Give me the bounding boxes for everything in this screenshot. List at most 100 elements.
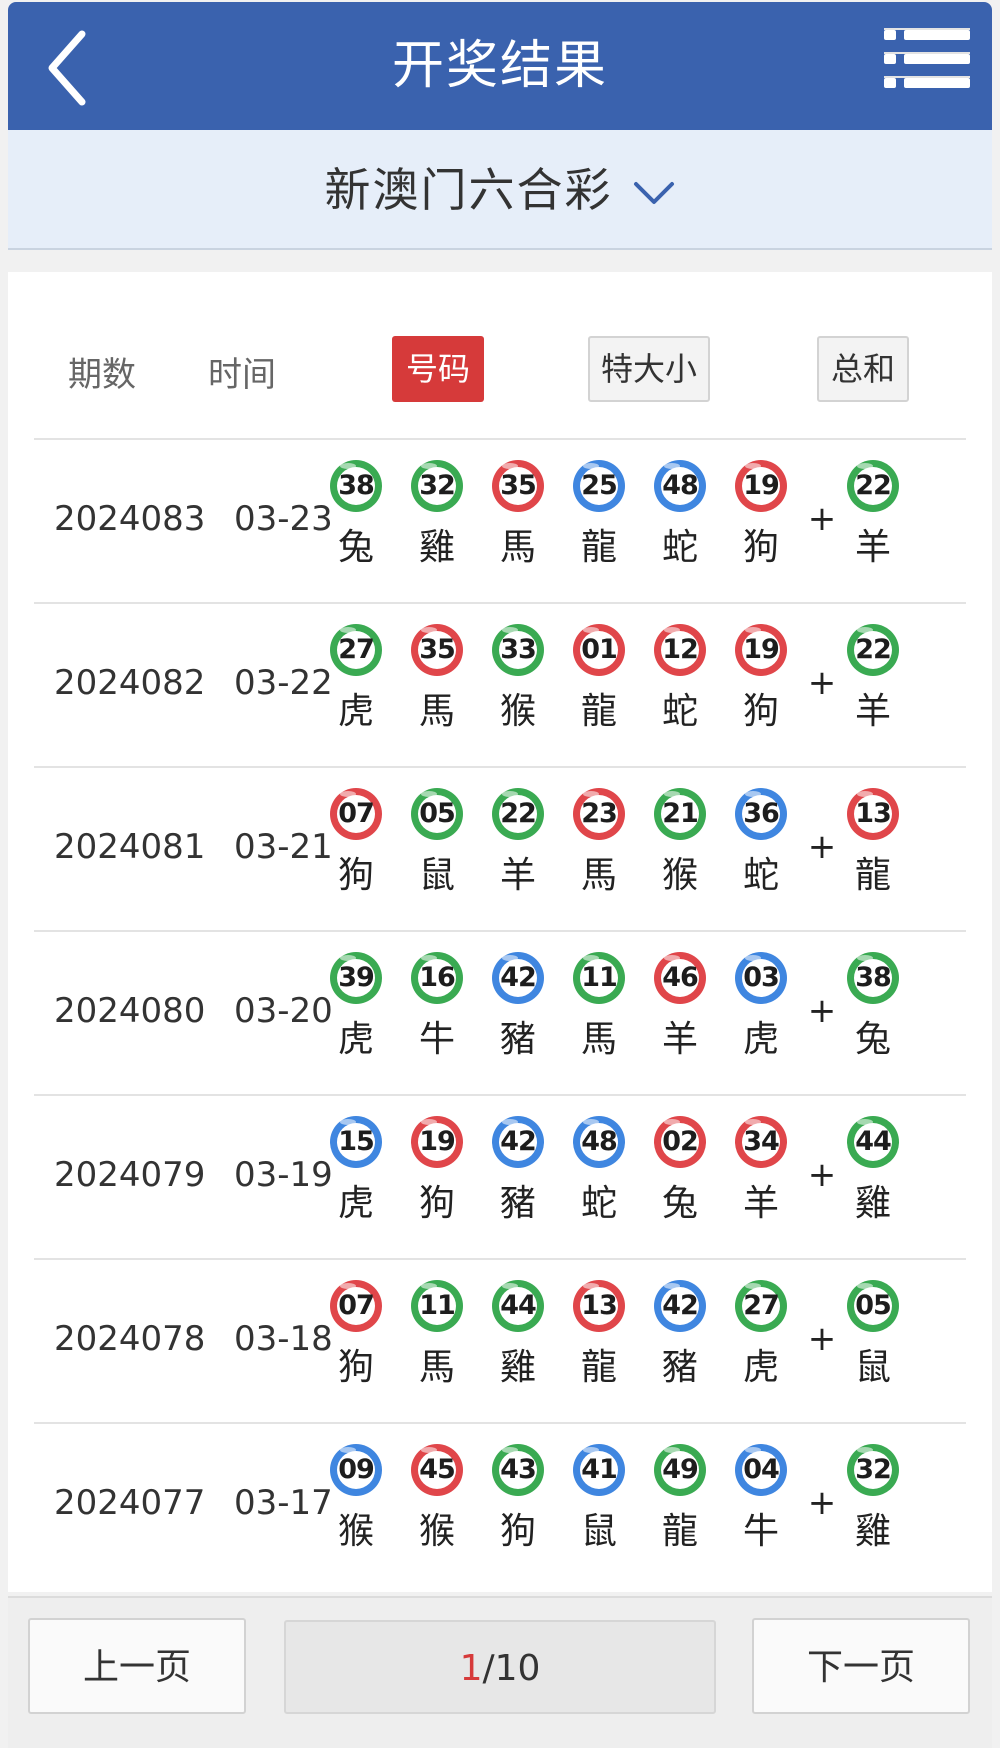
column-time: 时间 <box>208 355 276 395</box>
ball-number: 16 <box>419 962 456 993</box>
ball-number: 22 <box>500 798 537 829</box>
number-ball[interactable]: 43 <box>490 1442 546 1498</box>
number-ball[interactable]: 19 <box>733 622 789 678</box>
menu-button[interactable] <box>884 28 970 94</box>
ball-number: 32 <box>419 470 456 501</box>
number-ball[interactable]: 15 <box>328 1114 384 1170</box>
number-ball[interactable]: 16 <box>409 950 465 1006</box>
zodiac-label: 龍 <box>580 527 617 568</box>
zodiac-label: 猴 <box>337 1511 374 1552</box>
number-ball[interactable]: 35 <box>409 622 465 678</box>
number-ball[interactable]: 12 <box>652 622 708 678</box>
zodiac-label: 虎 <box>742 1019 779 1060</box>
zodiac-label: 兔 <box>661 1183 698 1224</box>
ball-number: 33 <box>500 634 537 665</box>
number-ball[interactable]: 22 <box>490 786 546 842</box>
number-ball[interactable]: 11 <box>409 1278 465 1334</box>
number-ball[interactable]: 44 <box>490 1278 546 1334</box>
zodiac-label: 豬 <box>499 1183 536 1224</box>
special-number-ball[interactable]: 22 <box>845 458 901 514</box>
number-ball[interactable]: 42 <box>490 1114 546 1170</box>
period-number: 2024081 <box>54 827 206 867</box>
number-ball[interactable]: 23 <box>571 786 627 842</box>
result-row: 2024081 03-21 07 狗 05 鼠 22 羊 23 馬 21 猴 36 蛇 +13 龍 <box>34 766 966 932</box>
number-ball[interactable]: 21 <box>652 786 708 842</box>
number-ball[interactable]: 38 <box>328 458 384 514</box>
zodiac-label: 蛇 <box>661 691 698 732</box>
ball-number: 27 <box>743 1290 780 1321</box>
ball-number: 44 <box>855 1126 892 1157</box>
ball-number: 27 <box>338 634 375 665</box>
number-ball[interactable]: 07 <box>328 786 384 842</box>
zodiac-label: 狗 <box>742 691 779 732</box>
ball-number: 21 <box>662 798 699 829</box>
ball-number: 07 <box>338 798 375 829</box>
total-pages: /10 <box>482 1648 541 1689</box>
number-ball[interactable]: 41 <box>571 1442 627 1498</box>
special-number-ball[interactable]: 32 <box>845 1442 901 1498</box>
plus-sign: + <box>807 1155 837 1195</box>
number-ball[interactable]: 39 <box>328 950 384 1006</box>
page-title: 开奖结果 <box>391 36 608 96</box>
number-ball[interactable]: 27 <box>733 1278 789 1334</box>
zodiac-label: 蛇 <box>742 855 779 896</box>
number-ball[interactable]: 27 <box>328 622 384 678</box>
zodiac-label: 鼠 <box>854 1347 891 1388</box>
ball-number: 35 <box>500 470 537 501</box>
number-ball[interactable]: 48 <box>652 458 708 514</box>
special-number-ball[interactable]: 05 <box>845 1278 901 1334</box>
prev-page-button[interactable]: 上一页 <box>28 1618 246 1714</box>
draw-date: 03-18 <box>234 1319 333 1359</box>
zodiac-label: 狗 <box>418 1183 455 1224</box>
special-number-ball[interactable]: 13 <box>845 786 901 842</box>
draw-date: 03-19 <box>234 1155 333 1195</box>
number-ball[interactable]: 09 <box>328 1442 384 1498</box>
number-ball[interactable]: 45 <box>409 1442 465 1498</box>
zodiac-label: 蛇 <box>661 527 698 568</box>
ball-number: 03 <box>743 962 780 993</box>
ball-number: 02 <box>662 1126 699 1157</box>
ball-number: 13 <box>855 798 892 829</box>
plus-sign: + <box>807 499 837 539</box>
ball-number: 48 <box>581 1126 618 1157</box>
number-ball[interactable]: 49 <box>652 1442 708 1498</box>
number-ball[interactable]: 19 <box>733 458 789 514</box>
number-ball[interactable]: 35 <box>490 458 546 514</box>
number-ball[interactable]: 48 <box>571 1114 627 1170</box>
ball-number: 46 <box>662 962 699 993</box>
number-ball[interactable]: 05 <box>409 786 465 842</box>
number-ball[interactable]: 36 <box>733 786 789 842</box>
number-ball[interactable]: 46 <box>652 950 708 1006</box>
special-number-ball[interactable]: 22 <box>845 622 901 678</box>
number-ball[interactable]: 03 <box>733 950 789 1006</box>
ball-number: 05 <box>855 1290 892 1321</box>
number-ball[interactable]: 33 <box>490 622 546 678</box>
number-ball[interactable]: 02 <box>652 1114 708 1170</box>
ball-number: 42 <box>500 1126 537 1157</box>
number-ball[interactable]: 04 <box>733 1442 789 1498</box>
number-ball[interactable]: 25 <box>571 458 627 514</box>
number-ball[interactable]: 13 <box>571 1278 627 1334</box>
lottery-selector[interactable]: 新澳门六合彩 <box>8 130 992 250</box>
number-ball[interactable]: 42 <box>490 950 546 1006</box>
number-ball[interactable]: 07 <box>328 1278 384 1334</box>
tab-sum[interactable]: 总和 <box>817 336 909 402</box>
ball-number: 11 <box>419 1290 456 1321</box>
number-ball[interactable]: 42 <box>652 1278 708 1334</box>
tab-numbers[interactable]: 号码 <box>392 336 484 402</box>
number-ball[interactable]: 34 <box>733 1114 789 1170</box>
zodiac-label: 狗 <box>337 1347 374 1388</box>
ball-number: 49 <box>662 1454 699 1485</box>
next-page-button[interactable]: 下一页 <box>752 1618 970 1714</box>
ball-number: 41 <box>581 1454 618 1485</box>
ball-number: 04 <box>743 1454 780 1485</box>
number-ball[interactable]: 11 <box>571 950 627 1006</box>
special-number-ball[interactable]: 44 <box>845 1114 901 1170</box>
zodiac-label: 猴 <box>499 691 536 732</box>
number-ball[interactable]: 32 <box>409 458 465 514</box>
result-row: 2024080 03-20 39 虎 16 牛 42 豬 11 馬 46 羊 03 虎 +38 兔 <box>34 930 966 1096</box>
special-number-ball[interactable]: 38 <box>845 950 901 1006</box>
number-ball[interactable]: 19 <box>409 1114 465 1170</box>
tab-special-size[interactable]: 特大小 <box>588 336 710 402</box>
number-ball[interactable]: 01 <box>571 622 627 678</box>
